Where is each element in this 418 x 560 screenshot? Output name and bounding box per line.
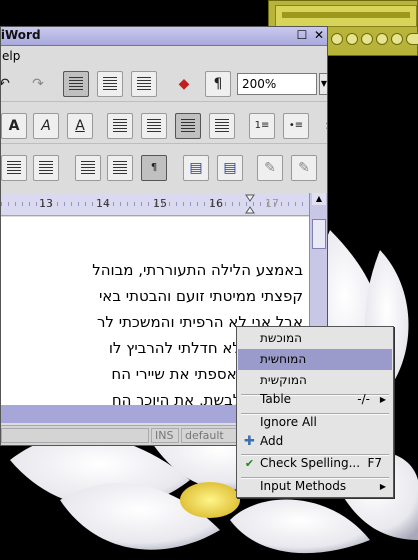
add-icon: ✚ bbox=[244, 434, 255, 449]
horizontal-ruler[interactable]: 13 14 15 16 17 bbox=[1, 193, 311, 216]
outdent-button[interactable] bbox=[33, 155, 59, 181]
insert-image-icon[interactable]: ◆ bbox=[171, 71, 197, 97]
redo-icon[interactable]: ↷ bbox=[25, 71, 51, 97]
align-left-button[interactable] bbox=[107, 113, 133, 139]
suggestion-label: המוקשית bbox=[260, 373, 307, 387]
italic-button[interactable]: A bbox=[33, 113, 59, 139]
menu-help[interactable]: Help bbox=[1, 49, 21, 63]
toolbar-overflow-icon[interactable]: › bbox=[315, 113, 327, 139]
standard-toolbar: ↶ ↷ ◆ ¶ 200% ▼ bbox=[1, 67, 327, 102]
text-color-icon[interactable]: ▤ bbox=[183, 155, 209, 181]
rtl-direction-button[interactable]: ¶ bbox=[141, 155, 167, 181]
maximize-button[interactable]: ☐ bbox=[295, 28, 309, 42]
table-label: Table bbox=[260, 392, 292, 406]
numbered-list-button[interactable]: 1≡ bbox=[249, 113, 275, 139]
ruler-tick: 17 bbox=[265, 197, 279, 210]
underline-button[interactable]: A bbox=[67, 113, 93, 139]
print-view-button[interactable] bbox=[131, 71, 157, 97]
add-to-dictionary-item[interactable]: ✚ Add bbox=[238, 431, 392, 452]
menubar: Help bbox=[1, 46, 327, 66]
zoom-dropdown-arrow-icon[interactable]: ▼ bbox=[319, 73, 327, 95]
highlight-color-icon[interactable]: ▤ bbox=[217, 155, 243, 181]
close-button[interactable]: ✕ bbox=[312, 28, 326, 42]
zoom-value: 200% bbox=[242, 77, 277, 91]
web-view-button[interactable] bbox=[97, 71, 123, 97]
ruler-tick: 15 bbox=[153, 197, 167, 210]
suggestion-item[interactable]: המוקשית bbox=[238, 370, 392, 391]
undo-icon[interactable]: ↶ bbox=[1, 71, 17, 97]
zoom-select[interactable]: 200% bbox=[237, 73, 317, 95]
space-after-button[interactable] bbox=[107, 155, 133, 181]
window-titlebar[interactable]: AbiWord ☐ ✕ bbox=[1, 27, 327, 46]
check-spelling-item[interactable]: ✔ Check Spelling... F7 bbox=[238, 453, 392, 474]
normal-view-button[interactable] bbox=[63, 71, 89, 97]
player-controls bbox=[331, 33, 418, 45]
player-stop-button[interactable] bbox=[376, 33, 388, 45]
format-toolbar: A A A 1≡ •≡ › bbox=[1, 109, 327, 144]
suggestion-label: המוכשת bbox=[260, 331, 302, 345]
document-line: קפצתי ממיטתי זועם והבטתי באי bbox=[98, 287, 303, 305]
indent-marker-icon[interactable] bbox=[245, 193, 255, 215]
document-line: באמצע הלילה התעוררתי, מבוהל bbox=[92, 261, 303, 279]
status-empty-cell bbox=[1, 428, 149, 443]
scroll-up-icon[interactable]: ▲ bbox=[312, 193, 326, 205]
edit-properties-icon[interactable]: ✎ bbox=[291, 155, 317, 181]
style-indicator: default bbox=[181, 428, 239, 443]
input-methods-item[interactable]: Input Methods ▶ bbox=[238, 476, 392, 497]
submenu-arrow-icon: ▶ bbox=[379, 482, 386, 491]
spelling-context-menu: המוכשת המוחשית המוקשית Table -/- ▶ Ignor… bbox=[236, 326, 394, 498]
check-spelling-accel: F7 bbox=[367, 456, 382, 470]
extra-toolbar: ¶ ▤ ▤ ✎ ✎ bbox=[1, 151, 327, 185]
player-play-button[interactable] bbox=[346, 33, 358, 45]
window-title: AbiWord bbox=[0, 28, 41, 42]
bullet-list-button[interactable]: •≡ bbox=[283, 113, 309, 139]
player-prev-button[interactable] bbox=[331, 33, 343, 45]
align-center-button[interactable] bbox=[141, 113, 167, 139]
indent-button[interactable] bbox=[1, 155, 27, 181]
space-before-button[interactable] bbox=[75, 155, 101, 181]
suggestion-item[interactable]: המוכשת bbox=[238, 328, 392, 349]
align-right-button[interactable] bbox=[175, 113, 201, 139]
add-label: Add bbox=[260, 434, 284, 448]
ruler-tick: 16 bbox=[209, 197, 223, 210]
ruler-tick: 14 bbox=[96, 197, 110, 210]
submenu-arrow-icon: ▶ bbox=[379, 395, 386, 404]
edit-image-icon[interactable]: ✎ bbox=[257, 155, 283, 181]
player-display bbox=[275, 5, 417, 27]
input-methods-label: Input Methods bbox=[260, 479, 347, 493]
suggestion-item-highlighted[interactable]: המוחשית bbox=[238, 349, 392, 370]
bold-button[interactable]: A bbox=[1, 113, 27, 139]
suggestion-label: המוחשית bbox=[260, 352, 307, 366]
table-menu-item[interactable]: Table -/- ▶ bbox=[238, 389, 392, 410]
menu-help-label: Help bbox=[1, 49, 21, 63]
ruler-tick: 13 bbox=[39, 197, 53, 210]
ignore-all-item[interactable]: Ignore All bbox=[238, 412, 392, 433]
insert-mode-indicator: INS bbox=[151, 428, 179, 443]
scrollbar-thumb[interactable] bbox=[312, 219, 326, 249]
player-progress-bar[interactable] bbox=[282, 12, 410, 18]
show-formatting-button[interactable]: ¶ bbox=[205, 71, 231, 97]
check-spelling-label: Check Spelling... bbox=[260, 456, 361, 470]
ignore-all-label: Ignore All bbox=[260, 415, 317, 429]
align-justify-button[interactable] bbox=[209, 113, 235, 139]
player-next-button[interactable] bbox=[391, 33, 403, 45]
player-eject-button[interactable] bbox=[406, 33, 418, 45]
spellcheck-icon: ✔ bbox=[244, 457, 255, 470]
table-accel: -/- bbox=[357, 392, 370, 406]
player-pause-button[interactable] bbox=[361, 33, 373, 45]
